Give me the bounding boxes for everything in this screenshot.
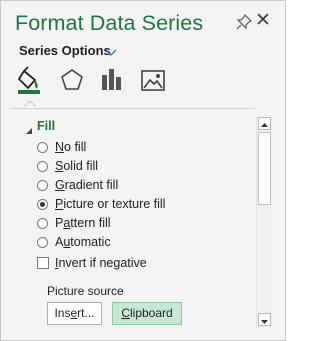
scroll-thumb[interactable]: [258, 132, 271, 205]
radio-button[interactable]: [37, 218, 48, 229]
radio-picture-texture-fill[interactable]: Picture or texture fill: [37, 197, 237, 215]
series-options-icon[interactable]: [97, 65, 127, 95]
category-tabs: [1, 59, 285, 99]
checkbox-label: Invert if negative: [55, 256, 147, 270]
format-data-series-pane: Format Data Series ✕ Series Options Fill…: [0, 0, 286, 341]
picture-source-label: Picture source: [47, 284, 124, 298]
radio-label: Picture or texture fill: [55, 197, 166, 211]
scroll-up-button[interactable]: [258, 117, 271, 130]
radio-gradient-fill[interactable]: Gradient fill: [37, 178, 237, 196]
close-icon[interactable]: ✕: [253, 11, 273, 31]
invert-if-negative-checkbox[interactable]: [37, 257, 49, 269]
scrollbar[interactable]: [256, 117, 272, 327]
pane-title: Format Data Series: [15, 11, 204, 35]
radio-no-fill[interactable]: No fill: [37, 140, 237, 158]
radio-label: No fill: [55, 140, 87, 154]
selected-tab-indicator: [23, 94, 37, 108]
clipboard-button[interactable]: Clipboard: [112, 302, 182, 325]
radio-label: Automatic: [55, 235, 111, 249]
series-options-dropdown-label[interactable]: Series Options: [19, 43, 111, 58]
radio-button[interactable]: [37, 180, 48, 191]
radio-label: Pattern fill: [55, 216, 111, 230]
pin-icon[interactable]: [235, 13, 253, 31]
picture-icon[interactable]: [138, 65, 168, 95]
fill-line-icon[interactable]: [15, 65, 45, 95]
collapse-triangle-icon[interactable]: [25, 122, 33, 134]
invert-if-negative-checkbox-row[interactable]: Invert if negative: [37, 256, 237, 274]
radio-button[interactable]: [37, 161, 48, 172]
radio-button-selected[interactable]: [37, 199, 48, 210]
radio-label: Gradient fill: [55, 178, 119, 192]
chevron-down-icon[interactable]: [105, 45, 117, 57]
radio-automatic[interactable]: Automatic: [37, 235, 237, 253]
radio-solid-fill[interactable]: Solid fill: [37, 159, 237, 177]
radio-label: Solid fill: [55, 159, 99, 173]
scroll-down-button[interactable]: [258, 313, 271, 326]
fill-section-header[interactable]: Fill: [37, 119, 55, 133]
insert-button[interactable]: Insert...: [47, 302, 102, 325]
radio-button[interactable]: [37, 142, 48, 153]
effects-icon[interactable]: [57, 65, 87, 95]
radio-button[interactable]: [37, 237, 48, 248]
divider: [11, 108, 255, 109]
radio-pattern-fill[interactable]: Pattern fill: [37, 216, 237, 234]
